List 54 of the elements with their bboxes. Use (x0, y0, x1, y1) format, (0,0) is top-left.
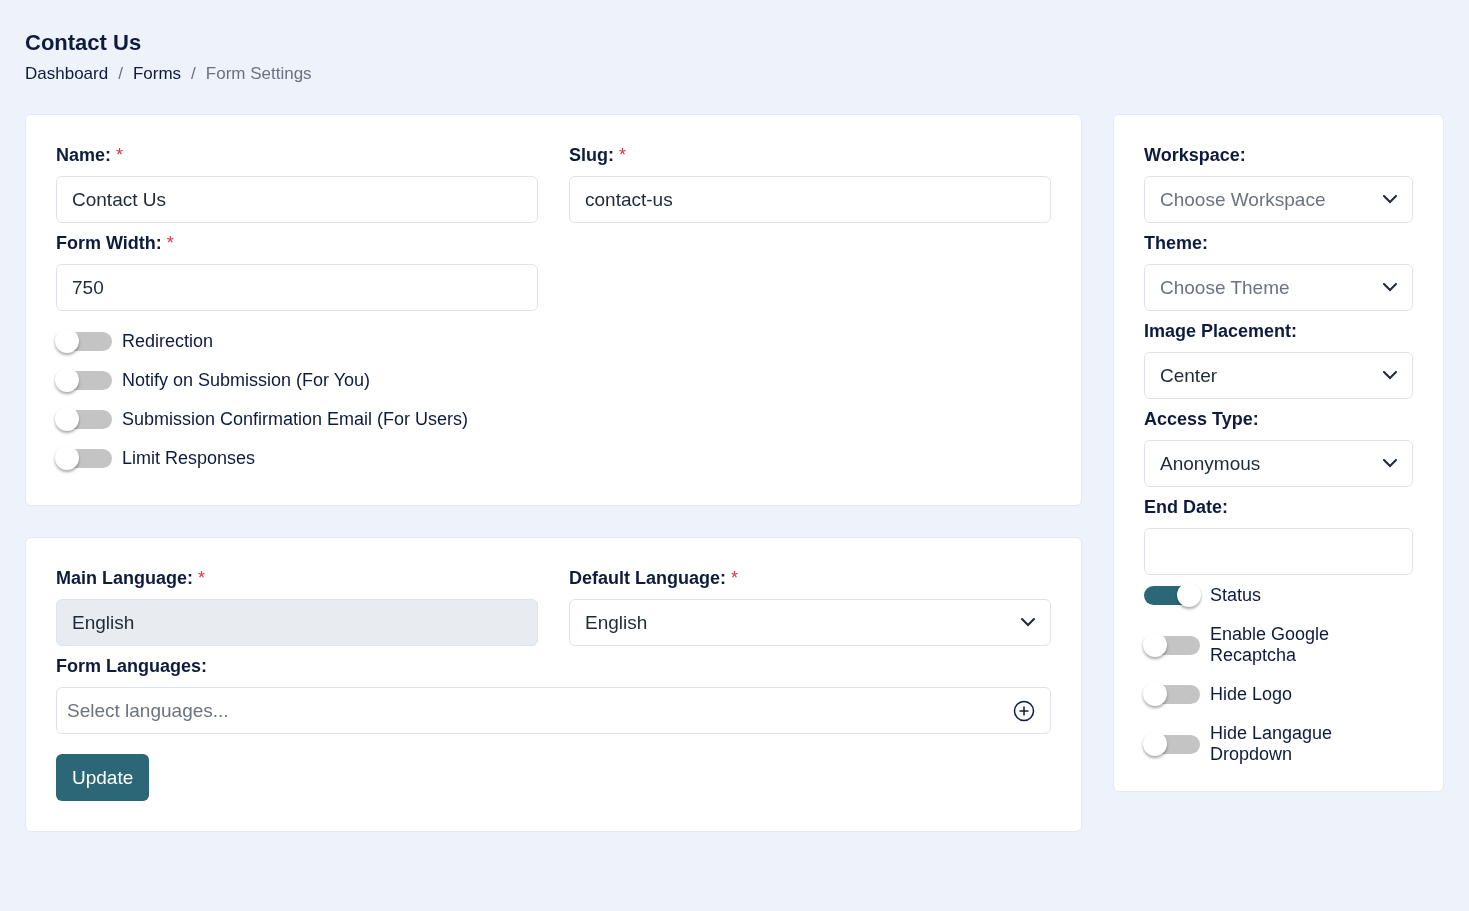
breadcrumb-separator: / (191, 64, 196, 84)
field-label: End Date: (1144, 497, 1228, 518)
toggle-switch[interactable] (56, 332, 112, 351)
input-field[interactable]: contact-us (569, 176, 1051, 223)
toggle-switch[interactable] (56, 371, 112, 390)
field-label: Access Type: (1144, 409, 1259, 430)
page-title: Contact Us (25, 30, 143, 56)
field-label: Name: (56, 145, 112, 166)
toggle-switch[interactable] (56, 449, 112, 468)
toggle-switch[interactable] (56, 410, 112, 429)
input-field[interactable]: 750 (56, 264, 538, 311)
toggle-switch[interactable] (1144, 734, 1200, 754)
chevron-down-icon (1383, 459, 1397, 468)
breadcrumb-link[interactable]: Forms (132, 64, 182, 84)
toggle-label: Hide Logo (1210, 684, 1293, 705)
toggle-label: Notify on Submission (For You) (122, 370, 371, 391)
field-label: Theme: (1144, 233, 1208, 254)
toggle-label: Status (1210, 585, 1262, 606)
select-field[interactable]: Anonymous (1144, 440, 1413, 487)
select-field[interactable]: Choose Theme (1144, 264, 1413, 311)
toggle-label: Enable Google Recaptcha (1210, 624, 1331, 666)
toggle-label: Redirection (122, 331, 214, 352)
toggle-label: Hide Langague Dropdown (1210, 723, 1334, 765)
select-field[interactable]: English (569, 599, 1051, 646)
required-mark: * (166, 233, 174, 254)
select-field[interactable]: Choose Workspace (1144, 176, 1413, 223)
toggle-switch[interactable] (1144, 685, 1200, 704)
field-label: Slug: (569, 145, 614, 166)
breadcrumb-separator: / (118, 64, 123, 84)
chevron-down-icon (1021, 618, 1035, 627)
field-label: Form Width: (56, 233, 162, 254)
field-label: Workspace: (1144, 145, 1246, 166)
required-mark: * (116, 145, 124, 166)
required-mark: * (731, 568, 739, 589)
required-mark: * (619, 145, 626, 166)
toggle-label: Limit Responses (122, 448, 256, 469)
field-label: Main Language: (56, 568, 193, 589)
select-field[interactable]: Center (1144, 352, 1413, 399)
chevron-down-icon (1383, 283, 1397, 292)
required-mark: * (198, 568, 206, 589)
toggle-label: Submission Confirmation Email (For Users) (122, 409, 469, 430)
breadcrumb-link[interactable]: Dashboard (25, 64, 109, 84)
toggle-switch[interactable] (1144, 586, 1200, 605)
field-label: Image Placement: (1144, 321, 1298, 342)
plus-circle-icon (1013, 699, 1035, 722)
field-label: Default Language: (569, 568, 726, 589)
language-select-field[interactable]: Select languages... (56, 687, 1051, 734)
chevron-down-icon (1383, 195, 1397, 204)
field-label: Form Languages: (56, 656, 207, 677)
input-field[interactable]: Contact Us (56, 176, 538, 223)
input-field[interactable] (1144, 528, 1413, 575)
toggle-switch[interactable] (1144, 635, 1200, 655)
update-button[interactable]: Update (56, 754, 150, 801)
chevron-down-icon (1383, 371, 1397, 380)
